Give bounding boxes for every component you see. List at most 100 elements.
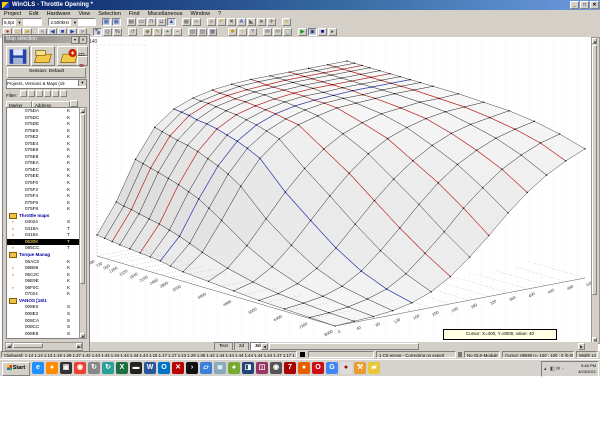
map-sel-button[interactable]: ▩ [208, 28, 217, 36]
taskbar-icon-folder-yellow[interactable]: ▰ [368, 362, 380, 374]
taskbar-icon-wrench[interactable]: ⚒ [354, 362, 366, 374]
taskbar-icon-photo[interactable]: ◫ [256, 362, 268, 374]
list-vertical-scrollbar[interactable]: ▲ ▼ [79, 107, 87, 339]
map-3d-button[interactable]: ▨ [198, 28, 207, 36]
filter-option-2[interactable] [27, 90, 35, 97]
view-1d-button[interactable]: ▭ [136, 18, 146, 26]
filter-option-5[interactable] [51, 90, 59, 97]
taskbar-icon-firefox[interactable]: ● [298, 362, 310, 374]
map-list[interactable]: 075DA K 075DC K 075DE K 075E0 K 075E2 K 075E4 K 075E… [6, 107, 82, 339]
3d-surface-plot[interactable]: 140480 720 9601200 1520 1840 2160 2480 2800 3200… [87, 37, 594, 342]
taskbar-icon-word[interactable]: W [144, 362, 156, 374]
window-titlebar[interactable]: WinOLS - Throttle Opening * _ □ ✕ [0, 0, 600, 10]
maximize-button[interactable]: □ [580, 1, 589, 9]
percent-button[interactable]: % [113, 28, 122, 36]
save-icon[interactable] [6, 46, 30, 66]
blue-box-button[interactable]: ■ [318, 28, 327, 36]
taskbar-icon-sync-teal[interactable]: ↻ [102, 362, 114, 374]
hscroll-left-icon[interactable]: ◀ [261, 343, 268, 350]
small-swap-icon[interactable] [77, 56, 88, 68]
pen-button[interactable]: ✎ [153, 28, 162, 36]
taskbar-icon-game[interactable]: ♠ [228, 362, 240, 374]
checker-button[interactable]: ▚ [93, 28, 102, 36]
scope-dropdown[interactable]: Projects, Versions & Maps (19 ▼ [6, 79, 87, 89]
menu-item-window[interactable]: Window [186, 10, 214, 18]
menu-item-view[interactable]: View [74, 10, 94, 18]
link-view-button[interactable]: ∞ [191, 18, 201, 26]
ole-box-button[interactable]: ▣ [308, 28, 317, 36]
taskbar-icon-pen-drive[interactable]: ▬ [130, 362, 142, 374]
grid-view-1-button[interactable]: ▦ [101, 18, 111, 26]
pointer-button[interactable]: ➤ [256, 18, 266, 26]
map-2d-button[interactable]: ▧ [188, 28, 197, 36]
up-yellow-button[interactable]: ↑ [238, 28, 247, 36]
taskbar-icon-explorer-folder[interactable]: ▱ [200, 362, 212, 374]
menu-item-project[interactable]: Project [0, 10, 25, 18]
plot-vertical-scrollbar[interactable]: ▲ ▼ [591, 37, 600, 344]
taskbar-icon-sync-gray[interactable]: ↻ [88, 362, 100, 374]
hscroll-right-icon[interactable]: ▶ [578, 343, 585, 350]
start-button[interactable]: Start [2, 362, 30, 376]
globe-button[interactable]: ◯ [283, 28, 292, 36]
sync-button[interactable]: ↺ [128, 28, 137, 36]
panel-close-icon[interactable]: ✕ [79, 36, 87, 44]
tray-icon-0[interactable]: ▴ [544, 366, 547, 372]
menu-item-selection[interactable]: Selection [94, 10, 125, 18]
small-grid-icon[interactable] [77, 46, 88, 58]
plus-button[interactable]: + [163, 28, 172, 36]
hscroll-thumb[interactable] [269, 343, 419, 350]
list-yellow-button[interactable]: ≡ [281, 18, 291, 26]
mail-button[interactable]: ✉ [263, 28, 272, 36]
taskbar-icon-tiles-blue[interactable]: ◨ [242, 362, 254, 374]
filter-option-1[interactable] [19, 90, 27, 97]
frequency-combo[interactable]: 2.500kHz ▼ [48, 18, 97, 26]
taskbar-icon-app-dark[interactable]: ▣ [60, 362, 72, 374]
minimize-button[interactable]: _ [570, 1, 579, 9]
taskbar-icon-excel[interactable]: X [116, 362, 128, 374]
minus-button[interactable]: − [173, 28, 182, 36]
tab-2d[interactable]: 2d [233, 342, 250, 350]
list-horizontal-scrollbar[interactable]: ◀ ▶ [5, 342, 83, 351]
taskbar-icon-doc-gray[interactable]: ≣ [214, 362, 226, 374]
zoom-button[interactable]: ◎ [103, 28, 112, 36]
panel-pin-icon[interactable]: ▾ [71, 36, 79, 44]
font-size-combo[interactable]: 5,0pt ▼ [2, 18, 42, 26]
open-map-icon[interactable] [31, 46, 55, 66]
view-2d-flip-button[interactable]: ⊔ [156, 18, 166, 26]
tab-text[interactable]: Text [214, 342, 233, 350]
tray-icon-1[interactable]: ◧ [550, 366, 555, 372]
text-a-button[interactable]: A [236, 18, 246, 26]
close-button[interactable]: ✕ [590, 1, 599, 9]
grid-view-2-button[interactable]: ▦ [111, 18, 121, 26]
taskbar-icon-google-sphere[interactable]: G [326, 362, 338, 374]
help-button[interactable]: ? [248, 28, 257, 36]
menu-item-hardware[interactable]: Hardware [43, 10, 75, 18]
3d-map-view[interactable]: 140 480 720 960 1200 1520 1840 2160 2480 2800 3200… [87, 37, 594, 342]
view-2d-button[interactable]: ⊓ [146, 18, 156, 26]
tray-icon-2[interactable]: ✉ [556, 366, 560, 372]
triangle-button[interactable]: ◣ [246, 18, 256, 26]
compare-button[interactable]: ≡ [206, 18, 216, 26]
taskbar-icon-bulb[interactable]: ◉ [270, 362, 282, 374]
menu-item-edit[interactable]: Edit [25, 10, 42, 18]
taskbar-icon-outlook[interactable]: O [158, 362, 170, 374]
taskbar-icon-chrome[interactable]: ◉ [74, 362, 86, 374]
filter-option-4[interactable] [43, 90, 51, 97]
tray-icon-3[interactable]: ◦ [562, 366, 564, 372]
taskbar-icon-red-seven[interactable]: 7 [284, 362, 296, 374]
tray-clock[interactable]: 5:46 PM 4/23/2021 [578, 363, 596, 375]
table-view-button[interactable]: ▦ [181, 18, 191, 26]
more-button[interactable]: ▸ [328, 28, 337, 36]
mail-2-button[interactable]: ✉ [273, 28, 282, 36]
lamp-yellow-button[interactable]: ✹ [228, 28, 237, 36]
view-3d-button[interactable]: ▲ [166, 18, 176, 26]
taskbar-icon-ie[interactable]: e [32, 362, 44, 374]
text-view-button[interactable]: ▤ [126, 18, 136, 26]
undo-button[interactable]: ↶ [216, 18, 226, 26]
menu-item-find[interactable]: Find [125, 10, 144, 18]
menu-item-miscellaneous[interactable]: Miscellaneous [144, 10, 187, 18]
map-row[interactable]: 008EAV [7, 337, 81, 338]
cut-button[interactable]: ✕ [226, 18, 236, 26]
export-green-button[interactable]: ▶ [298, 28, 307, 36]
menu-item-[interactable]: ? [214, 10, 225, 18]
